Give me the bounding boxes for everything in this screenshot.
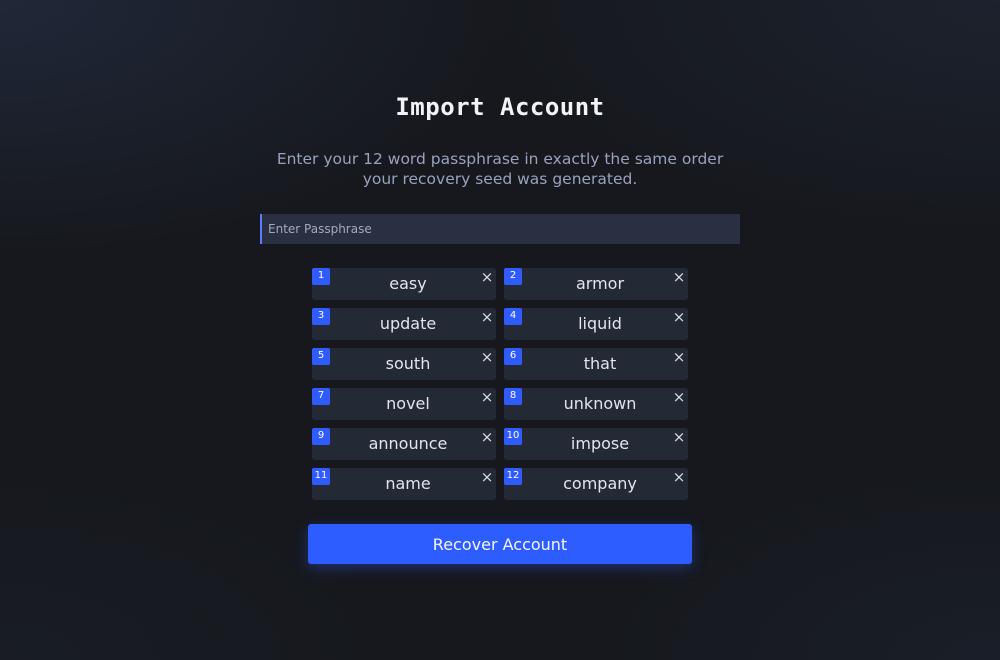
word-text: that — [583, 354, 617, 373]
passphrase-input[interactable] — [260, 214, 740, 244]
close-icon[interactable]: × — [672, 350, 686, 365]
word-chip: 12 company × — [504, 468, 688, 500]
close-icon[interactable]: × — [480, 430, 494, 445]
word-text: name — [385, 474, 431, 493]
word-chip: 3 update × — [312, 308, 496, 340]
word-text: announce — [368, 434, 448, 453]
word-text: impose — [570, 434, 630, 453]
close-icon[interactable]: × — [480, 310, 494, 325]
close-icon[interactable]: × — [672, 270, 686, 285]
word-text: update — [379, 314, 437, 333]
close-icon[interactable]: × — [672, 310, 686, 325]
close-icon[interactable]: × — [480, 390, 494, 405]
close-icon[interactable]: × — [672, 430, 686, 445]
word-text: unknown — [563, 394, 637, 413]
word-text: south — [385, 354, 431, 373]
close-icon[interactable]: × — [672, 390, 686, 405]
word-text: company — [563, 474, 637, 493]
word-chip: 6 that × — [504, 348, 688, 380]
word-chip: 5 south × — [312, 348, 496, 380]
page-subtitle: Enter your 12 word passphrase in exactly… — [276, 150, 724, 188]
close-icon[interactable]: × — [480, 350, 494, 365]
word-chip: 9 announce × — [312, 428, 496, 460]
word-chip: 8 unknown × — [504, 388, 688, 420]
word-chip: 10 impose × — [504, 428, 688, 460]
close-icon[interactable]: × — [480, 470, 494, 485]
word-chip: 1 easy × — [312, 268, 496, 300]
word-chip: 11 name × — [312, 468, 496, 500]
word-text: armor — [575, 274, 625, 293]
page-title: Import Account — [395, 93, 605, 121]
word-chip: 2 armor × — [504, 268, 688, 300]
recover-account-button[interactable]: Recover Account — [308, 524, 692, 564]
close-icon[interactable]: × — [672, 470, 686, 485]
word-text: liquid — [578, 314, 622, 333]
word-chip: 7 novel × — [312, 388, 496, 420]
close-icon[interactable]: × — [480, 270, 494, 285]
word-text: easy — [389, 274, 427, 293]
word-text: novel — [386, 394, 430, 413]
word-chip: 4 liquid × — [504, 308, 688, 340]
